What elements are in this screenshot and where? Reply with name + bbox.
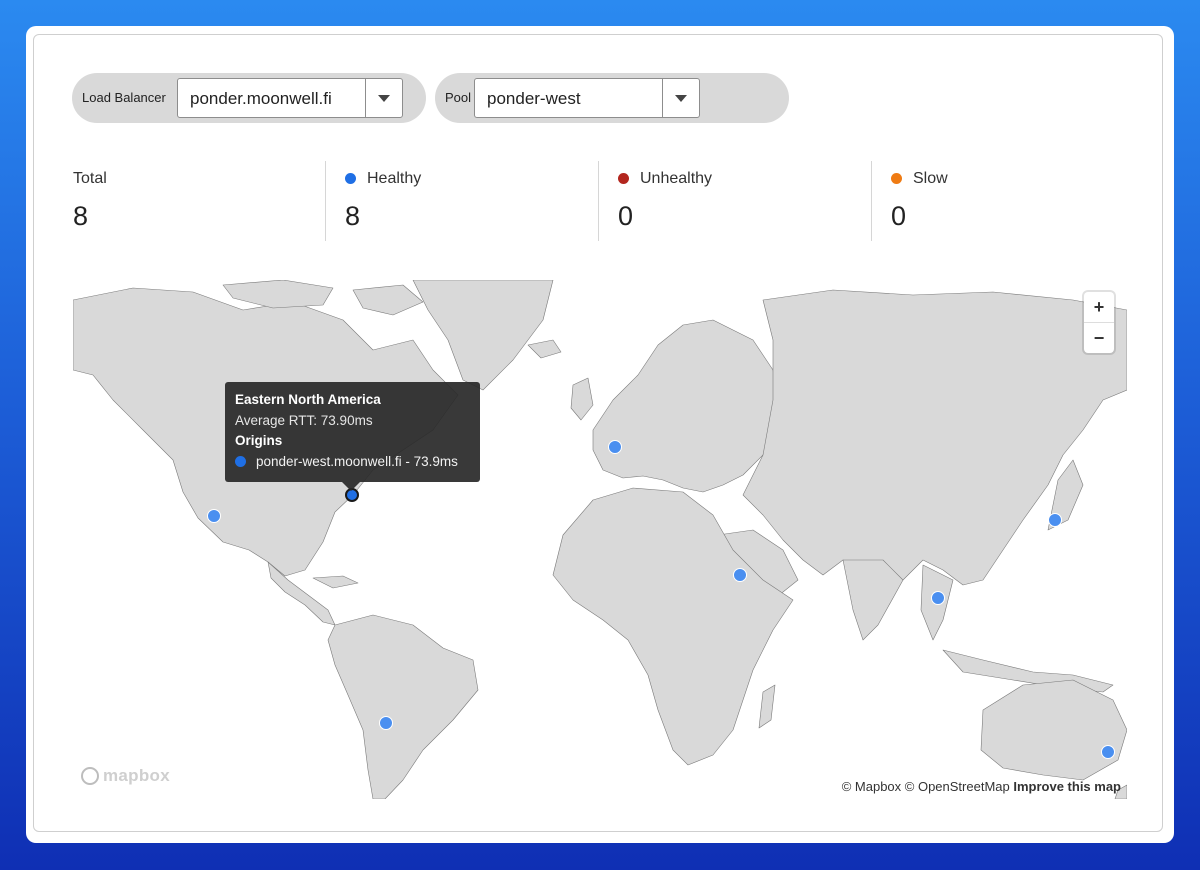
pool-label: Pool xyxy=(445,90,472,105)
tooltip-rtt: Average RTT: 73.90ms xyxy=(235,413,373,428)
dashboard-card: Load Balancer ponder.moonwell.fi Pool po… xyxy=(26,26,1174,843)
stat-slow-label: Slow xyxy=(913,170,948,187)
mapbox-logo[interactable]: mapbox xyxy=(81,764,181,790)
zoom-in-button[interactable]: + xyxy=(1084,292,1114,322)
map-attribution: © Mapbox © OpenStreetMap Improve this ma… xyxy=(842,779,1121,794)
mapbox-logo-text: mapbox xyxy=(103,766,170,785)
mapbox-logo-icon xyxy=(81,767,99,785)
load-balancer-selector: Load Balancer ponder.moonwell.fi xyxy=(72,73,426,123)
zoom-out-button[interactable]: − xyxy=(1084,323,1114,353)
zoom-controls: + − xyxy=(1084,292,1114,353)
load-balancer-dropdown-button[interactable] xyxy=(365,79,402,117)
world-map-land xyxy=(73,280,1127,799)
stat-unhealthy-label: Unhealthy xyxy=(640,170,713,187)
stat-divider xyxy=(871,161,872,241)
improve-map-link[interactable]: Improve this map xyxy=(1013,779,1121,794)
stat-divider xyxy=(598,161,599,241)
content-panel: Load Balancer ponder.moonwell.fi Pool po… xyxy=(33,34,1163,832)
pool-dropdown-button[interactable] xyxy=(662,79,699,117)
stat-healthy-value: 8 xyxy=(345,201,361,231)
tooltip-origin-item: ponder-west.moonwell.fi - 73.9ms xyxy=(256,454,458,469)
pool-value: ponder-west xyxy=(487,89,581,108)
load-balancer-dropdown[interactable]: ponder.moonwell.fi xyxy=(177,78,403,118)
origin-marker[interactable] xyxy=(608,440,622,454)
region-tooltip: Eastern North America Average RTT: 73.90… xyxy=(225,382,480,491)
pool-selector: Pool ponder-west xyxy=(435,73,789,123)
load-balancer-label: Load Balancer xyxy=(82,90,166,105)
stat-slow-value: 0 xyxy=(891,201,907,231)
origin-marker[interactable] xyxy=(1101,745,1115,759)
origin-marker[interactable] xyxy=(931,591,945,605)
world-map[interactable]: Eastern North America Average RTT: 73.90… xyxy=(73,280,1127,799)
tooltip-title: Eastern North America xyxy=(235,392,381,407)
stat-divider xyxy=(325,161,326,241)
attribution-text[interactable]: © Mapbox © OpenStreetMap xyxy=(842,779,1014,794)
tooltip-origins-label: Origins xyxy=(235,433,283,448)
load-balancer-value: ponder.moonwell.fi xyxy=(190,89,332,108)
unhealthy-dot-icon xyxy=(618,173,629,184)
pool-dropdown[interactable]: ponder-west xyxy=(474,78,700,118)
chevron-down-icon xyxy=(675,95,687,102)
slow-dot-icon xyxy=(891,173,902,184)
origin-marker[interactable] xyxy=(207,509,221,523)
stat-healthy-label: Healthy xyxy=(367,170,422,187)
chevron-down-icon xyxy=(378,95,390,102)
healthy-dot-icon xyxy=(345,173,356,184)
origin-marker[interactable] xyxy=(1048,513,1062,527)
stat-unhealthy-value: 0 xyxy=(618,201,634,231)
origin-marker[interactable] xyxy=(379,716,393,730)
origin-marker[interactable] xyxy=(733,568,747,582)
stat-total-label: Total xyxy=(73,170,107,187)
origin-dot-icon xyxy=(235,456,246,467)
stat-total-value: 8 xyxy=(73,201,89,231)
